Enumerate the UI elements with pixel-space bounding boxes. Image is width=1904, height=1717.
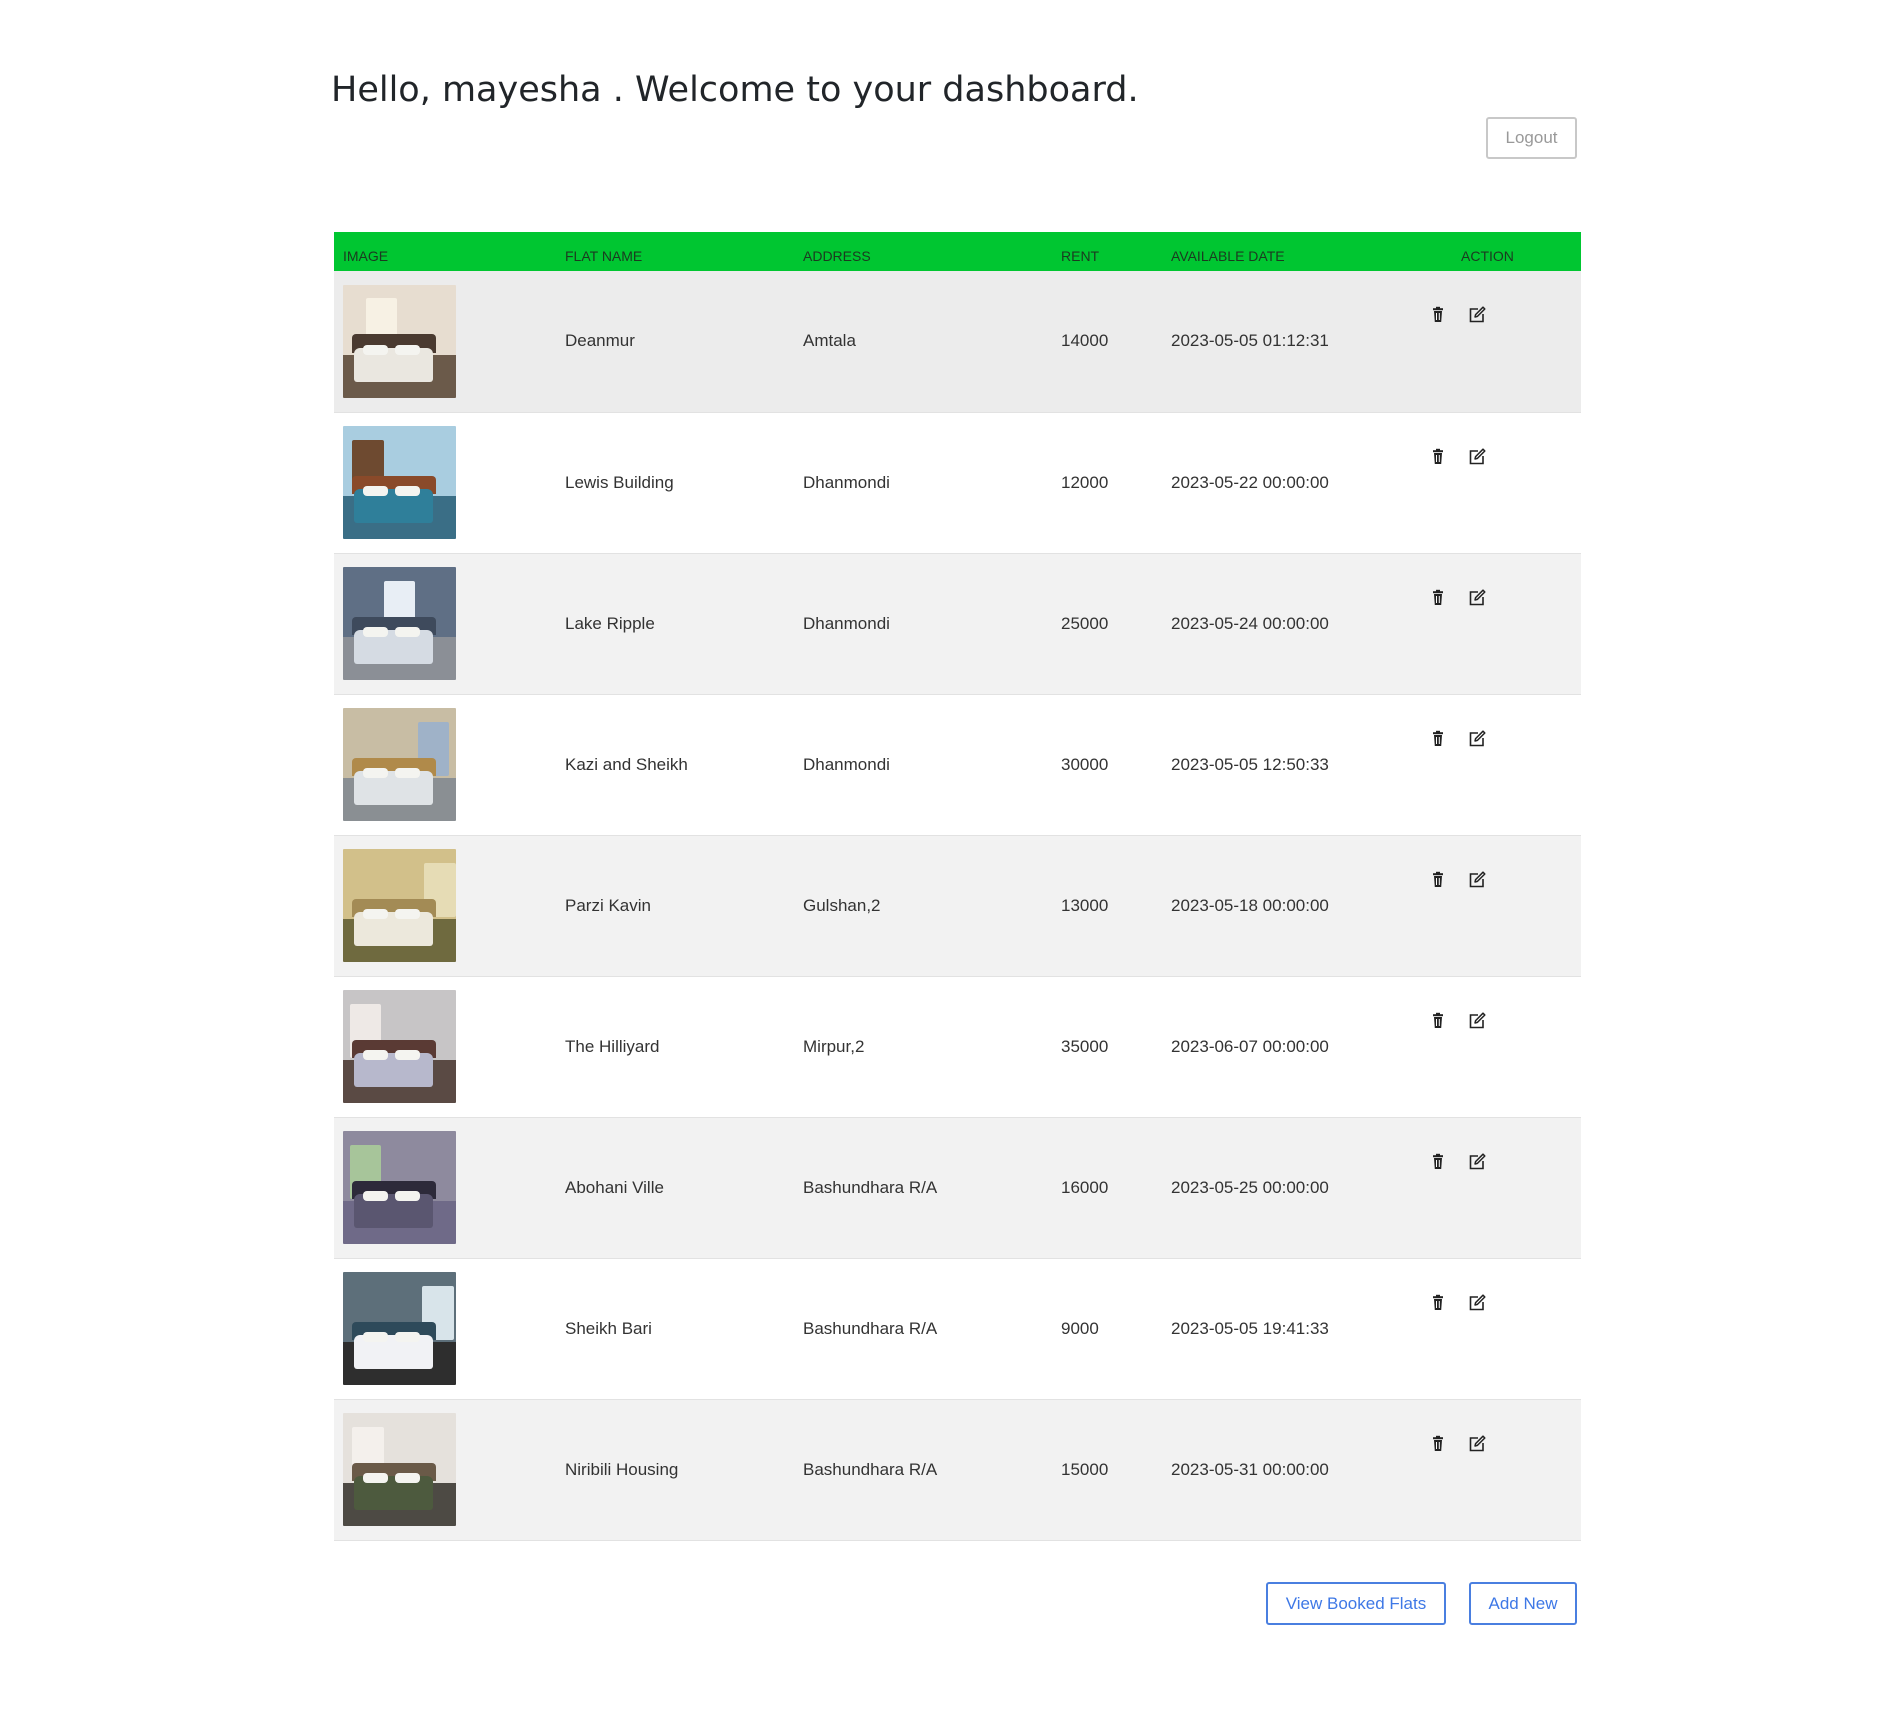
available-date-cell: 2023-05-05 01:12:31 xyxy=(1171,331,1329,351)
edit-icon[interactable] xyxy=(1467,1434,1487,1454)
available-date-cell: 2023-05-25 00:00:00 xyxy=(1171,1177,1329,1197)
column-header-image: IMAGE xyxy=(343,248,389,264)
table-row: Kazi and Sheikh Dhanmondi 30000 2023-05-… xyxy=(334,694,1581,835)
trash-icon[interactable] xyxy=(1428,1152,1448,1172)
flat-thumbnail xyxy=(343,1272,456,1385)
address-cell: Gulshan,2 xyxy=(803,895,881,915)
flat-name-cell: Deanmur xyxy=(565,331,635,351)
flat-thumbnail xyxy=(343,708,456,821)
edit-icon[interactable] xyxy=(1467,447,1487,467)
table-header-row: IMAGE FLAT NAME ADDRESS RENT AVAILABLE D… xyxy=(334,232,1581,271)
edit-icon[interactable] xyxy=(1467,870,1487,890)
address-cell: Dhanmondi xyxy=(803,613,890,633)
available-date-cell: 2023-05-05 12:50:33 xyxy=(1171,754,1329,774)
edit-icon[interactable] xyxy=(1467,1011,1487,1031)
address-cell: Amtala xyxy=(803,331,856,351)
flat-thumbnail xyxy=(343,990,456,1103)
trash-icon[interactable] xyxy=(1428,1434,1448,1454)
available-date-cell: 2023-06-07 00:00:00 xyxy=(1171,1036,1329,1056)
trash-icon[interactable] xyxy=(1428,305,1448,325)
page-title: Hello, mayesha . Welcome to your dashboa… xyxy=(331,70,1139,110)
flat-name-cell: Parzi Kavin xyxy=(565,895,651,915)
logout-button[interactable]: Logout xyxy=(1486,117,1577,159)
flat-name-cell: The Hilliyard xyxy=(565,1036,660,1056)
trash-icon[interactable] xyxy=(1428,870,1448,890)
address-cell: Bashundhara R/A xyxy=(803,1459,938,1479)
flat-thumbnail xyxy=(343,426,456,539)
available-date-cell: 2023-05-18 00:00:00 xyxy=(1171,895,1329,915)
flat-name-cell: Lake Ripple xyxy=(565,613,655,633)
address-cell: Dhanmondi xyxy=(803,754,890,774)
flat-thumbnail xyxy=(343,1413,456,1526)
flat-name-cell: Abohani Ville xyxy=(565,1177,664,1197)
flat-name-cell: Sheikh Bari xyxy=(565,1318,652,1338)
column-header-flat-name: FLAT NAME xyxy=(565,248,643,264)
rent-cell: 15000 xyxy=(1061,1459,1109,1479)
trash-icon[interactable] xyxy=(1428,1011,1448,1031)
trash-icon[interactable] xyxy=(1428,447,1448,467)
column-header-action: ACTION xyxy=(1461,248,1514,264)
rent-cell: 35000 xyxy=(1061,1036,1109,1056)
flat-name-cell: Niribili Housing xyxy=(565,1459,679,1479)
rent-cell: 12000 xyxy=(1061,472,1109,492)
column-header-available-date: AVAILABLE DATE xyxy=(1171,248,1285,264)
flats-table: IMAGE FLAT NAME ADDRESS RENT AVAILABLE D… xyxy=(334,232,1581,1541)
table-row: Lewis Building Dhanmondi 12000 2023-05-2… xyxy=(334,412,1581,553)
trash-icon[interactable] xyxy=(1428,729,1448,749)
edit-icon[interactable] xyxy=(1467,588,1487,608)
edit-icon[interactable] xyxy=(1467,1293,1487,1313)
table-row: The Hilliyard Mirpur,2 35000 2023-06-07 … xyxy=(334,976,1581,1117)
address-cell: Bashundhara R/A xyxy=(803,1318,938,1338)
trash-icon[interactable] xyxy=(1428,1293,1448,1313)
table-row: Lake Ripple Dhanmondi 25000 2023-05-24 0… xyxy=(334,553,1581,694)
view-booked-flats-button[interactable]: View Booked Flats xyxy=(1266,1582,1446,1625)
table-row: Deanmur Amtala 14000 2023-05-05 01:12:31 xyxy=(334,271,1581,412)
rent-cell: 25000 xyxy=(1061,613,1109,633)
edit-icon[interactable] xyxy=(1467,1152,1487,1172)
edit-icon[interactable] xyxy=(1467,729,1487,749)
column-header-rent: RENT xyxy=(1061,248,1100,264)
rent-cell: 13000 xyxy=(1061,895,1109,915)
available-date-cell: 2023-05-05 19:41:33 xyxy=(1171,1318,1329,1338)
table-row: Sheikh Bari Bashundhara R/A 9000 2023-05… xyxy=(334,1258,1581,1399)
edit-icon[interactable] xyxy=(1467,305,1487,325)
available-date-cell: 2023-05-24 00:00:00 xyxy=(1171,613,1329,633)
flat-thumbnail xyxy=(343,284,456,398)
column-header-address: ADDRESS xyxy=(803,248,871,264)
address-cell: Mirpur,2 xyxy=(803,1036,865,1056)
flat-thumbnail xyxy=(343,849,456,962)
table-row: Abohani Ville Bashundhara R/A 16000 2023… xyxy=(334,1117,1581,1258)
trash-icon[interactable] xyxy=(1428,588,1448,608)
address-cell: Dhanmondi xyxy=(803,472,890,492)
available-date-cell: 2023-05-22 00:00:00 xyxy=(1171,472,1329,492)
address-cell: Bashundhara R/A xyxy=(803,1177,938,1197)
rent-cell: 16000 xyxy=(1061,1177,1109,1197)
flat-name-cell: Kazi and Sheikh xyxy=(565,754,688,774)
flat-thumbnail xyxy=(343,567,456,680)
flat-name-cell: Lewis Building xyxy=(565,472,674,492)
table-row: Parzi Kavin Gulshan,2 13000 2023-05-18 0… xyxy=(334,835,1581,976)
add-new-button[interactable]: Add New xyxy=(1469,1582,1577,1625)
flat-thumbnail xyxy=(343,1131,456,1244)
available-date-cell: 2023-05-31 00:00:00 xyxy=(1171,1459,1329,1479)
table-row: Niribili Housing Bashundhara R/A 15000 2… xyxy=(334,1399,1581,1540)
rent-cell: 30000 xyxy=(1061,754,1109,774)
rent-cell: 9000 xyxy=(1061,1318,1099,1338)
rent-cell: 14000 xyxy=(1061,331,1109,351)
